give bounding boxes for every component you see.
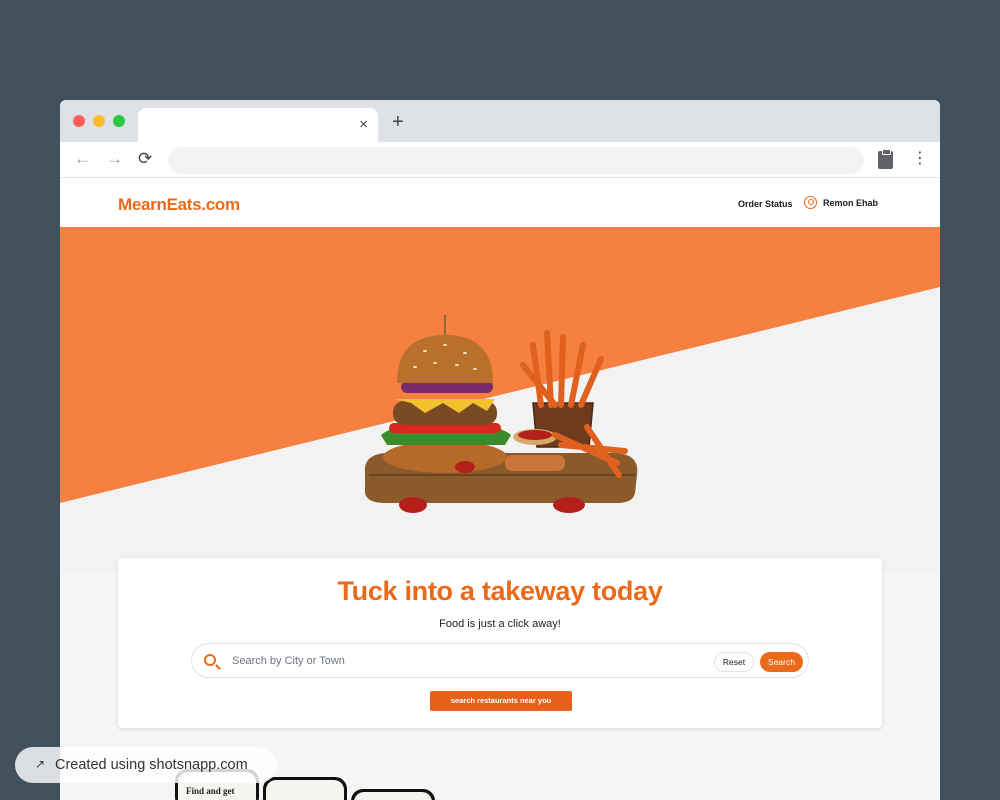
- burger-and-fries-icon: [364, 315, 638, 513]
- reload-icon[interactable]: ⟳: [138, 150, 152, 168]
- reset-button[interactable]: Reset: [714, 652, 754, 672]
- tab-close-icon[interactable]: ×: [359, 116, 368, 134]
- hero-banner: [60, 227, 940, 572]
- phone-mockup: [263, 777, 347, 800]
- more-menu-icon[interactable]: ⋮: [912, 150, 928, 168]
- external-link-icon: ↗: [35, 757, 46, 771]
- hero-headline: Tuck into a takeway today: [337, 576, 663, 606]
- address-bar[interactable]: [168, 147, 864, 174]
- window-controls: [73, 115, 125, 127]
- maximize-window-button[interactable]: [113, 115, 125, 127]
- browser-window: × + ← → ⟳ ⋮ MearnEats.com Order Status R…: [60, 100, 940, 800]
- browser-toolbar: ← → ⟳ ⋮: [60, 142, 940, 178]
- hero-subline: Food is just a click away!: [439, 618, 561, 630]
- search-bar: Reset Search: [191, 643, 809, 678]
- user-name: Remon Ehab: [823, 197, 879, 208]
- phone-heading: Find and get: [186, 786, 235, 796]
- search-icon: [204, 654, 216, 666]
- order-status-link[interactable]: Order Status: [738, 199, 793, 209]
- search-button[interactable]: Search: [760, 652, 803, 672]
- close-window-button[interactable]: [73, 115, 85, 127]
- user-menu[interactable]: Remon Ehab: [804, 196, 878, 209]
- back-arrow-icon[interactable]: ←: [74, 150, 91, 168]
- tab-bar: × +: [60, 100, 940, 142]
- new-tab-icon[interactable]: +: [392, 112, 404, 132]
- user-circle-icon: [804, 196, 817, 209]
- minimize-window-button[interactable]: [93, 115, 105, 127]
- search-card: Tuck into a takeway today Food is just a…: [118, 558, 882, 728]
- site-logo[interactable]: MearnEats.com: [118, 195, 240, 215]
- watermark-badge[interactable]: ↗ Created using shotsnapp.com: [15, 747, 277, 783]
- browser-tab[interactable]: ×: [138, 108, 378, 142]
- search-input[interactable]: [232, 652, 702, 670]
- forward-arrow-icon[interactable]: →: [106, 150, 123, 168]
- site-header: MearnEats.com Order Status Remon Ehab: [60, 179, 940, 227]
- clipboard-user-icon[interactable]: [878, 149, 893, 169]
- web-page: MearnEats.com Order Status Remon Ehab Tu…: [60, 179, 940, 800]
- phone-mockup: [351, 789, 435, 800]
- search-near-you-button[interactable]: search restaurants near you: [430, 691, 572, 711]
- watermark-text: Created using shotsnapp.com: [55, 757, 248, 773]
